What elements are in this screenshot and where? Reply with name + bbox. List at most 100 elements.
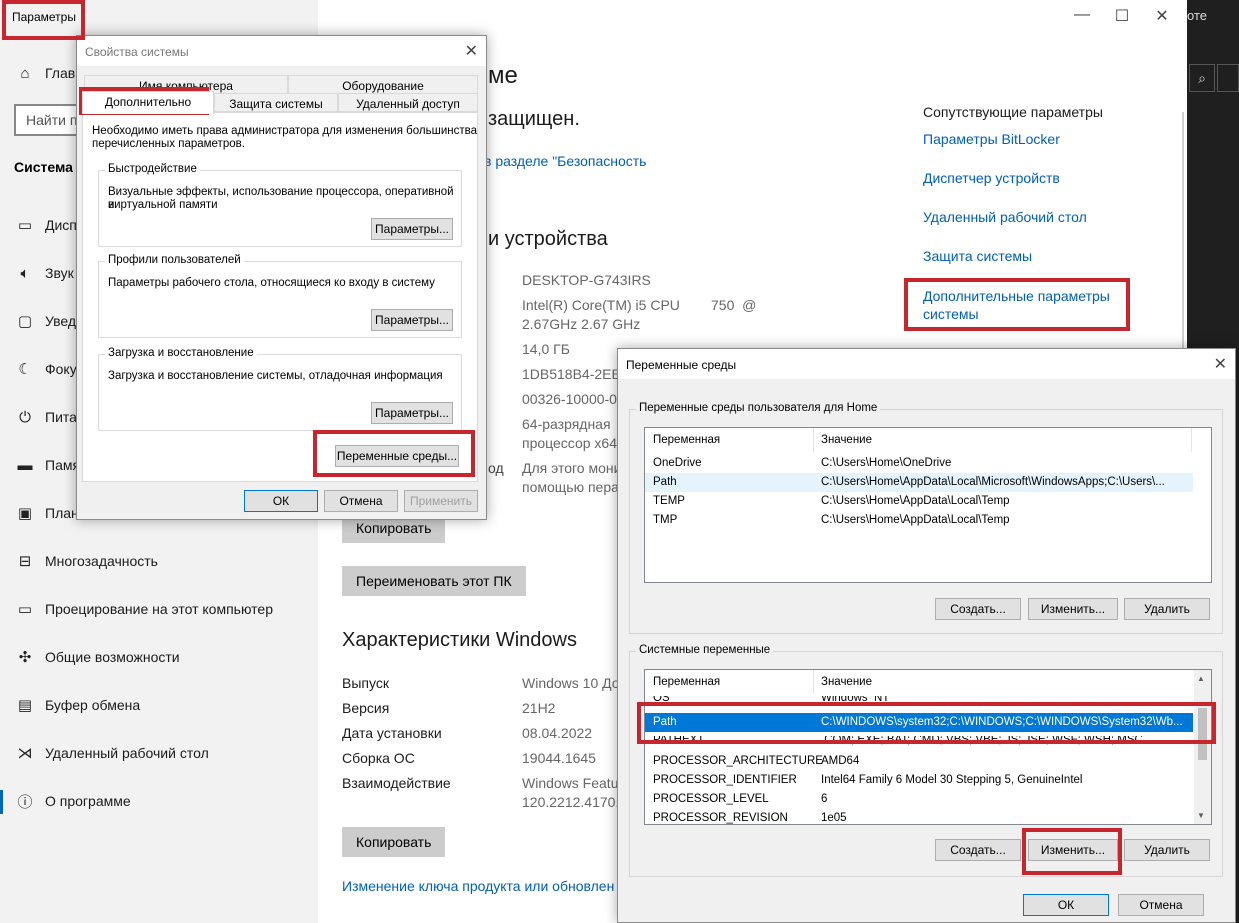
tab-system-protection[interactable]: Защита системы bbox=[214, 93, 338, 112]
column-value[interactable]: Значение bbox=[821, 434, 872, 446]
product-key-link[interactable]: Изменение ключа продукта или обновлен bbox=[342, 878, 614, 894]
nav-item-storage[interactable]: ▬ Памя bbox=[14, 456, 81, 474]
protected-text: защищен. bbox=[488, 108, 580, 130]
rename-pc-button[interactable]: Переименовать этот ПК bbox=[342, 566, 526, 596]
profiles-settings-button[interactable]: Параметры... bbox=[371, 309, 453, 331]
list-item[interactable]: PROCESSOR_ARCHITECTURE AMD64 bbox=[645, 752, 1193, 771]
variable-value: C:\Users\Home\OneDrive bbox=[821, 457, 952, 469]
user-variables-list[interactable]: Переменная Значение OneDrive C:\Users\Ho… bbox=[644, 427, 1212, 583]
tab-hardware[interactable]: Оборудование bbox=[288, 75, 478, 94]
maximize-icon[interactable]: ☐ bbox=[1111, 6, 1133, 26]
nav-item-shared[interactable]: ✣ Общие возможности bbox=[14, 648, 180, 666]
ok-button[interactable]: ОК bbox=[244, 490, 318, 512]
related-link-system-protection[interactable]: Защита системы bbox=[923, 248, 1032, 264]
nav-item-multitasking[interactable]: ⊟ Многозадачность bbox=[14, 552, 158, 570]
copy-button-2[interactable]: Копировать bbox=[342, 827, 446, 857]
notifications-icon: ▢ bbox=[17, 313, 33, 330]
group-title: Системные переменные bbox=[636, 644, 774, 656]
performance-group: Быстродействие Визуальные эффекты, испол… bbox=[98, 163, 462, 247]
sound-icon: 🔈︎ bbox=[20, 264, 30, 282]
nav-item-notifications[interactable]: ▢ Увед bbox=[14, 312, 76, 330]
admin-note-2: перечисленных параметров. bbox=[92, 138, 245, 150]
win-spec-value-2: 120.2212.4170.0 bbox=[522, 794, 628, 810]
nav-item-label: О программе bbox=[45, 793, 131, 809]
variable-value: 1e05 bbox=[821, 812, 847, 824]
list-header: Переменная Значение bbox=[645, 428, 1211, 452]
close-icon[interactable]: ✕ bbox=[465, 41, 478, 61]
display-icon: ▭ bbox=[17, 217, 33, 234]
nav-item-label: Буфер обмена bbox=[45, 697, 141, 713]
nav-item-display[interactable]: ▭ Дисп bbox=[14, 216, 77, 234]
list-item[interactable]: PROCESSOR_REVISION 1e05 bbox=[645, 809, 1193, 824]
user-delete-button[interactable]: Удалить bbox=[1124, 598, 1210, 620]
apply-button[interactable]: Применить bbox=[404, 490, 478, 512]
list-item[interactable]: OneDrive C:\Users\Home\OneDrive bbox=[645, 454, 1193, 473]
ok-button[interactable]: ОК bbox=[1023, 894, 1109, 916]
security-link[interactable]: в разделе "Безопасность bbox=[484, 153, 646, 169]
spec-pen: Для этого мони bbox=[522, 460, 622, 476]
clipboard-icon: ▤ bbox=[17, 697, 33, 714]
scroll-down-icon[interactable]: ▼ bbox=[1197, 811, 1205, 820]
related-link-device-manager[interactable]: Диспетчер устройств bbox=[923, 170, 1060, 186]
win-spec-value: Windows Featu bbox=[522, 775, 619, 791]
environment-variables-dialog: Переменные среды ✕ Переменные среды поль… bbox=[617, 348, 1236, 923]
focus-icon: ☾ bbox=[18, 361, 32, 378]
column-value[interactable]: Значение bbox=[821, 676, 872, 688]
performance-settings-button[interactable]: Параметры... bbox=[371, 218, 453, 240]
win-spec-value: Windows 10 До bbox=[522, 675, 620, 691]
column-separator bbox=[813, 428, 814, 452]
startup-text: Загрузка и восстановление системы, отлад… bbox=[108, 370, 443, 382]
background-box bbox=[1217, 64, 1239, 92]
nav-item-label: Проецирование на этот компьютер bbox=[45, 601, 273, 617]
tab-advanced[interactable]: Дополнительно bbox=[82, 91, 214, 114]
nav-item-clipboard[interactable]: ▤ Буфер обмена bbox=[14, 696, 140, 714]
related-link-remote-desktop[interactable]: Удаленный рабочий стол bbox=[923, 209, 1087, 225]
cancel-button[interactable]: Отмена bbox=[1118, 894, 1204, 916]
project-icon: ▭ bbox=[17, 601, 33, 618]
tab-remote[interactable]: Удаленный доступ bbox=[338, 93, 478, 112]
active-indicator bbox=[0, 790, 3, 814]
related-link-bitlocker[interactable]: Параметры BitLocker bbox=[923, 131, 1060, 147]
column-variable[interactable]: Переменная bbox=[653, 434, 720, 446]
list-item[interactable]: TMP C:\Users\Home\AppData\Local\Temp bbox=[645, 511, 1193, 530]
group-title: Загрузка и восстановление bbox=[105, 347, 257, 359]
system-variables-list[interactable]: Переменная Значение OS Windows_NT Path C… bbox=[644, 669, 1212, 825]
nav-item-remote-desktop[interactable]: ⋊ Удаленный рабочий стол bbox=[14, 744, 209, 762]
user-edit-button[interactable]: Изменить... bbox=[1028, 598, 1118, 620]
nav-item-about[interactable]: ⓘ О программе bbox=[14, 792, 131, 811]
nav-item-power[interactable]: ⏻ Пита bbox=[14, 408, 77, 426]
spec-processor-2: 2.67GHz 2.67 GHz bbox=[522, 316, 641, 332]
spec-system-type-2: процессор x64 bbox=[522, 435, 617, 451]
cancel-button[interactable]: Отмена bbox=[324, 490, 398, 512]
close-icon[interactable]: ✕ bbox=[1151, 6, 1173, 26]
spec-device-name: DESKTOP-G743IRS bbox=[522, 272, 651, 288]
page-title-partial: ме bbox=[488, 62, 518, 89]
scroll-up-icon[interactable]: ▲ bbox=[1197, 674, 1205, 683]
spec-system-type: 64-разрядная bbox=[522, 416, 611, 432]
nav-item-label: Звук bbox=[45, 265, 74, 281]
column-variable[interactable]: Переменная bbox=[653, 676, 720, 688]
list-item[interactable]: Path C:\Users\Home\AppData\Local\Microso… bbox=[645, 473, 1193, 492]
spec-device-id: 1DB518B4-2EB9 bbox=[522, 366, 629, 382]
highlight-settings-title bbox=[2, 0, 85, 40]
list-scrollbar[interactable]: ▲ ▼ bbox=[1194, 670, 1211, 824]
nav-item-focus[interactable]: ☾ Фоку bbox=[14, 360, 76, 378]
storage-icon: ▬ bbox=[17, 456, 33, 474]
system-delete-button[interactable]: Удалить bbox=[1124, 839, 1210, 861]
startup-settings-button[interactable]: Параметры... bbox=[371, 402, 453, 424]
user-create-button[interactable]: Создать... bbox=[935, 598, 1021, 620]
list-item[interactable]: PROCESSOR_LEVEL 6 bbox=[645, 790, 1193, 809]
nav-home[interactable]: ⌂ Главн bbox=[14, 64, 82, 82]
column-separator bbox=[813, 670, 814, 694]
minimize-icon[interactable]: — bbox=[1071, 6, 1093, 26]
nav-item-sound[interactable]: 🔈︎ Звук bbox=[14, 264, 74, 282]
dialog-title: Свойства системы bbox=[77, 36, 486, 66]
close-icon[interactable]: ✕ bbox=[1214, 354, 1227, 374]
variable-name: PROCESSOR_IDENTIFIER bbox=[653, 774, 797, 786]
list-item[interactable]: PROCESSOR_IDENTIFIER Intel64 Family 6 Mo… bbox=[645, 771, 1193, 790]
nav-item-project[interactable]: ▭ Проецирование на этот компьютер bbox=[14, 600, 273, 618]
list-item[interactable]: TEMP C:\Users\Home\AppData\Local\Temp bbox=[645, 492, 1193, 511]
nav-item-tablet[interactable]: ▣ План bbox=[14, 504, 79, 522]
variable-value: Intel64 Family 6 Model 30 Stepping 5, Ge… bbox=[821, 774, 1083, 786]
system-create-button[interactable]: Создать... bbox=[935, 839, 1021, 861]
